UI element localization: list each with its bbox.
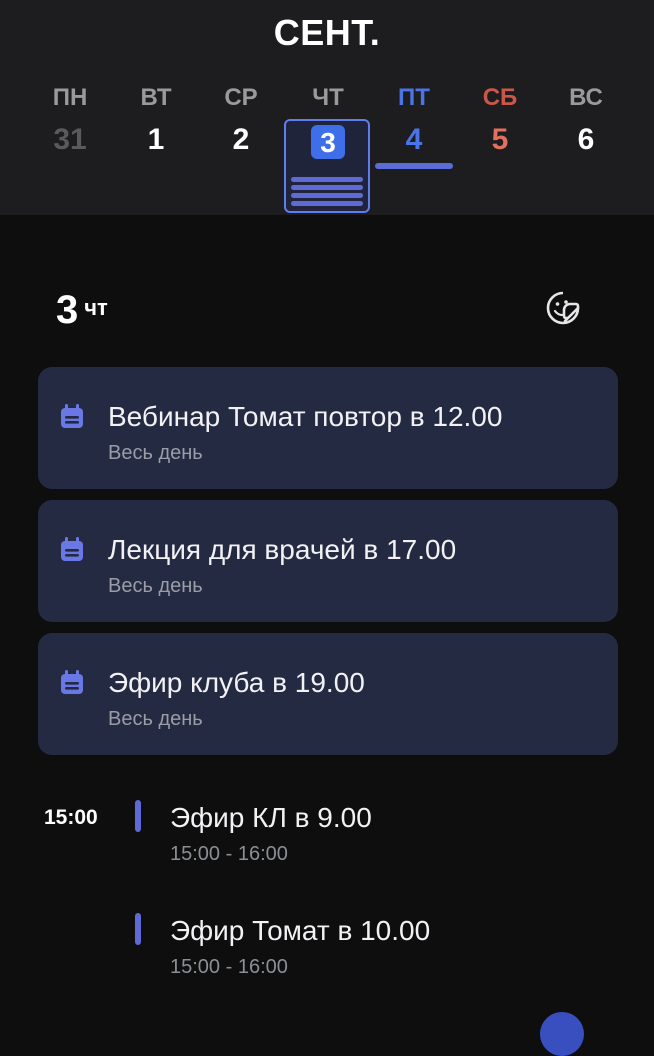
calendar-icon xyxy=(61,537,83,561)
weekday-mon: ПН xyxy=(52,84,88,111)
day-number: 3 xyxy=(56,288,79,332)
weekday-sat: СБ xyxy=(482,84,518,111)
day-2[interactable]: 2 xyxy=(201,123,281,157)
event-title: Лекция для врачей в 17.00 xyxy=(108,534,457,565)
event-subtitle: Весь день xyxy=(108,575,203,597)
event-color-bar xyxy=(135,913,141,945)
all-day-event-card[interactable]: Эфир клуба в 19.00 Весь день xyxy=(38,633,618,755)
weekday-sun: ВС xyxy=(569,84,603,111)
event-title: Эфир Томат в 10.00 xyxy=(170,915,431,946)
event-indicator-bar xyxy=(375,163,453,169)
month-title[interactable]: СЕНТ. xyxy=(0,12,654,54)
day-31[interactable]: 31 xyxy=(30,123,110,157)
event-subtitle: Весь день xyxy=(108,442,203,464)
calendar-icon xyxy=(61,404,83,428)
day-5[interactable]: 5 xyxy=(460,123,540,157)
event-time: 15:00 - 16:00 xyxy=(170,956,288,978)
event-indicator-line xyxy=(291,201,363,206)
day-weekday: чт xyxy=(84,295,108,320)
day-6[interactable]: 6 xyxy=(546,123,626,157)
day-4[interactable]: 4 xyxy=(374,123,454,157)
selected-day-title: 3 чт xyxy=(56,288,108,333)
day-1[interactable]: 1 xyxy=(116,123,196,157)
calendar-icon xyxy=(61,670,83,694)
time-label: 15:00 xyxy=(44,806,98,829)
all-day-event-card[interactable]: Лекция для врачей в 17.00 Весь день xyxy=(38,500,618,622)
event-indicator-line xyxy=(291,177,363,182)
weekday-tue: ВТ xyxy=(140,84,172,111)
event-title: Эфир клуба в 19.00 xyxy=(108,667,365,698)
event-color-bar xyxy=(135,800,141,832)
event-title: Эфир КЛ в 9.00 xyxy=(170,802,372,833)
event-time: 15:00 - 16:00 xyxy=(170,843,288,865)
weekday-wed: СР xyxy=(224,84,258,111)
event-indicator-line xyxy=(291,193,363,198)
weekday-thu: ЧТ xyxy=(312,84,344,111)
weekday-fri: ПТ xyxy=(398,84,430,111)
event-subtitle: Весь день xyxy=(108,708,203,730)
week-header: СЕНТ. ПН ВТ СР ЧТ ПТ СБ ВС 31 1 2 3 4 5 … xyxy=(0,0,654,215)
add-event-button[interactable] xyxy=(540,1012,584,1056)
sticker-icon[interactable] xyxy=(545,290,581,326)
selected-day-cell[interactable]: 3 xyxy=(284,119,370,213)
all-day-event-card[interactable]: Вебинар Томат повтор в 12.00 Весь день xyxy=(38,367,618,489)
event-title: Вебинар Томат повтор в 12.00 xyxy=(108,401,503,432)
event-indicator-line xyxy=(291,185,363,190)
selected-day-number: 3 xyxy=(311,125,345,159)
